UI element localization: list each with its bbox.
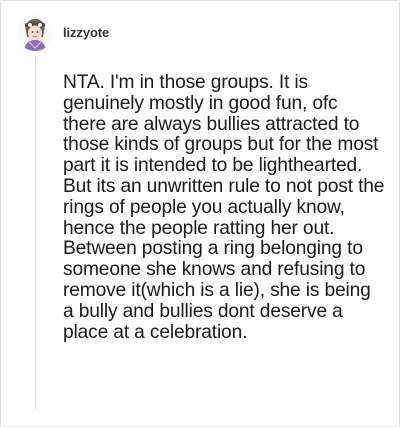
avatar-illustration-icon [17, 15, 53, 51]
user-avatar[interactable] [17, 15, 53, 51]
username-link[interactable]: lizzyote [63, 25, 109, 40]
comment-text: NTA. I'm in those groups. It is genuinel… [63, 72, 385, 343]
thread-line [35, 55, 36, 410]
comment-card: lizzyote NTA. I'm in those groups. It is… [0, 0, 400, 427]
